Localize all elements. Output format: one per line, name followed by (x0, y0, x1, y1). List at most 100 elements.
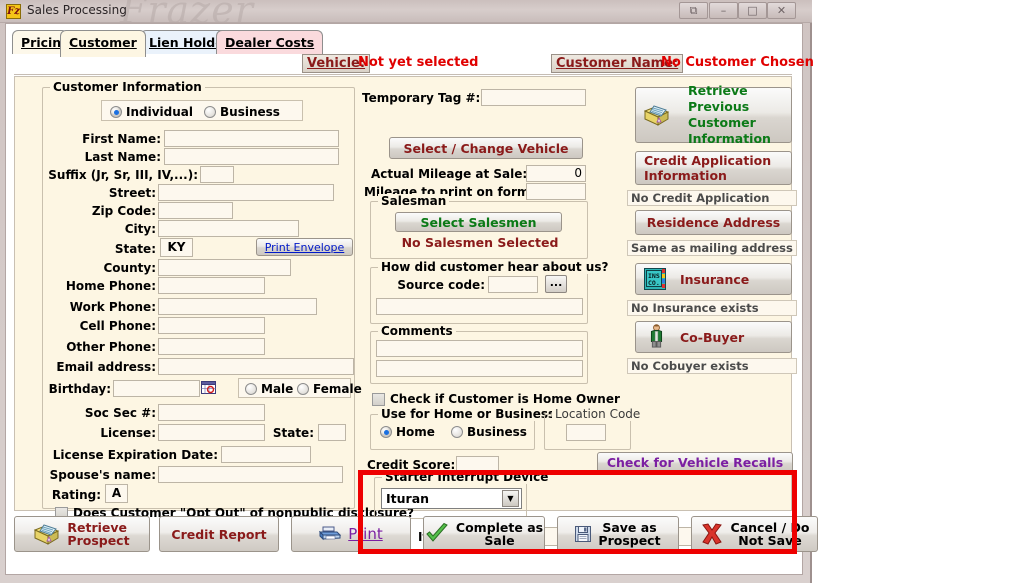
label-email-address: Email address: (56, 360, 156, 374)
radio-use-business[interactable]: Business (451, 425, 527, 439)
window-client-area: Pricing Customer Lien Holder Dealer Cost… (5, 23, 818, 575)
vehicle-status: Not yet selected (358, 55, 479, 70)
cancel-do-not-save-line2: Not Save (738, 533, 802, 548)
print-button[interactable]: Print (291, 516, 411, 552)
input-soc-sec[interactable] (158, 404, 265, 421)
input-actual-mileage[interactable]: 0 (526, 165, 586, 182)
credit-application-button[interactable]: Credit Application Information (635, 151, 792, 185)
salesman-group-title: Salesman (378, 194, 450, 208)
radio-individual[interactable]: Individual (110, 105, 193, 119)
radio-male[interactable]: Male (245, 382, 293, 396)
radio-business[interactable]: Business (204, 105, 280, 119)
save-as-prospect-line2: Prospect (598, 533, 661, 548)
input-license[interactable] (158, 424, 265, 441)
retrieve-prospect-button[interactable]: Retrieve Prospect (14, 516, 150, 552)
restore-window-button[interactable]: ⧉ (679, 2, 708, 19)
home-owner-checkbox-box (372, 392, 385, 406)
label-spouse-name: Spouse's name: (49, 468, 156, 482)
residence-address-status: Same as mailing address (627, 240, 797, 256)
bottom-toolbar: Retrieve Prospect Credit Report Print Co… (14, 516, 818, 566)
label-work-phone: Work Phone: (69, 300, 156, 314)
input-home-phone[interactable] (158, 277, 265, 294)
input-suffix[interactable] (200, 166, 234, 183)
hear-about-us-title: How did customer hear about us? (378, 260, 612, 274)
check-icon (426, 523, 448, 542)
cancel-do-not-save-button[interactable]: Cancel / Do Not Save (691, 516, 818, 552)
input-location-code[interactable] (566, 424, 606, 441)
input-work-phone[interactable] (158, 298, 317, 315)
input-rating[interactable]: A (105, 484, 128, 503)
complete-as-sale-button[interactable]: Complete as Sale (423, 516, 545, 552)
x-icon (701, 523, 722, 545)
label-source-code: Source code: (397, 278, 485, 292)
insurance-button[interactable]: INS CO. Insurance (635, 263, 792, 295)
input-street[interactable] (158, 184, 334, 201)
label-other-phone: Other Phone: (66, 340, 156, 354)
radio-individual-dot (110, 106, 122, 118)
input-county[interactable] (158, 259, 291, 276)
label-city: City: (124, 222, 156, 236)
input-state[interactable]: KY (160, 238, 193, 257)
hear-about-us-group: How did customer hear about us? Source c… (370, 260, 612, 324)
radio-use-home[interactable]: Home (380, 425, 435, 439)
label-state: State: (114, 242, 156, 256)
svg-text:CO.: CO. (648, 279, 660, 287)
check-vehicle-recalls-button[interactable]: Check for Vehicle Recalls (597, 452, 793, 473)
window-titlebar[interactable]: Frazer Fz Sales Processing ⧉ – □ ✕ (0, 0, 812, 32)
residence-address-button[interactable]: Residence Address (635, 210, 792, 235)
input-first-name[interactable] (164, 130, 339, 147)
input-last-name[interactable] (164, 148, 339, 165)
person-icon (650, 324, 663, 348)
input-source-code[interactable] (488, 276, 538, 293)
input-birthday[interactable] (113, 380, 200, 397)
starter-device-select[interactable]: Ituran ▼ (381, 488, 522, 509)
close-window-button[interactable]: ✕ (767, 2, 796, 19)
input-license-state[interactable] (318, 424, 346, 441)
input-zip-code[interactable] (158, 202, 233, 219)
print-envelope-button[interactable]: Print Envelope (256, 238, 353, 256)
use-for-home-or-business-group: Use for Home or Business? Home Business (370, 407, 566, 450)
credit-application-label: Credit Application Information (644, 153, 772, 183)
save-as-prospect-button[interactable]: Save as Prospect (557, 516, 679, 552)
input-city[interactable] (158, 220, 299, 237)
calendar-picker-button[interactable] (201, 379, 216, 398)
input-license-expiration-date[interactable] (221, 446, 311, 463)
radio-female[interactable]: Female (297, 382, 362, 396)
minimize-window-button[interactable]: – (709, 2, 738, 19)
input-spouse-name[interactable] (158, 466, 343, 483)
credit-report-button[interactable]: Credit Report (159, 516, 279, 552)
starter-device-value: Ituran (386, 491, 430, 506)
input-email-address[interactable] (158, 358, 354, 375)
label-suffix: Suffix (Jr, Sr, III, IV,...): (48, 168, 198, 182)
tab-strip: Pricing Customer Lien Holder Dealer Cost… (12, 30, 792, 57)
home-owner-checkbox[interactable]: Check if Customer is Home Owner (372, 392, 620, 406)
label-soc-sec: Soc Sec #: (84, 406, 156, 420)
tab-customer[interactable]: Customer (60, 30, 146, 57)
maximize-window-button[interactable]: □ (738, 2, 767, 19)
print-label: Print (348, 524, 383, 543)
chevron-down-icon[interactable]: ▼ (502, 490, 519, 507)
input-comment-line-2[interactable] (376, 360, 583, 377)
label-cell-phone: Cell Phone: (79, 319, 156, 333)
starter-interrupt-device-group: Starter Interrupt Device Ituran ▼ (374, 470, 552, 519)
comments-group: Comments (370, 324, 588, 384)
input-cell-phone[interactable] (158, 317, 265, 334)
input-mileage-to-print[interactable] (526, 183, 586, 200)
co-buyer-button[interactable]: Co-Buyer (635, 321, 792, 353)
label-rating: Rating: (51, 488, 101, 502)
source-code-browse-button[interactable]: ... (545, 275, 567, 293)
label-first-name: First Name: (82, 132, 161, 146)
label-home-phone: Home Phone: (65, 279, 156, 293)
input-other-phone[interactable] (158, 338, 265, 355)
tab-dealer-costs[interactable]: Dealer Costs (216, 30, 324, 54)
customer-information-group: Customer Information Individual Business… (42, 80, 414, 520)
input-comment-line-1[interactable] (376, 340, 583, 357)
radio-female-label: Female (313, 382, 362, 396)
customer-tab-panel: Customer Information Individual Business… (14, 76, 797, 546)
close-icon: ✕ (776, 4, 787, 17)
retrieve-previous-customer-button[interactable]: Retrieve Previous Customer Information (635, 83, 792, 146)
input-temporary-tag[interactable] (481, 89, 586, 106)
select-salesmen-button[interactable]: Select Salesmen (395, 212, 562, 232)
select-change-vehicle-button[interactable]: Select / Change Vehicle (389, 137, 583, 159)
source-code-description[interactable] (376, 298, 583, 315)
